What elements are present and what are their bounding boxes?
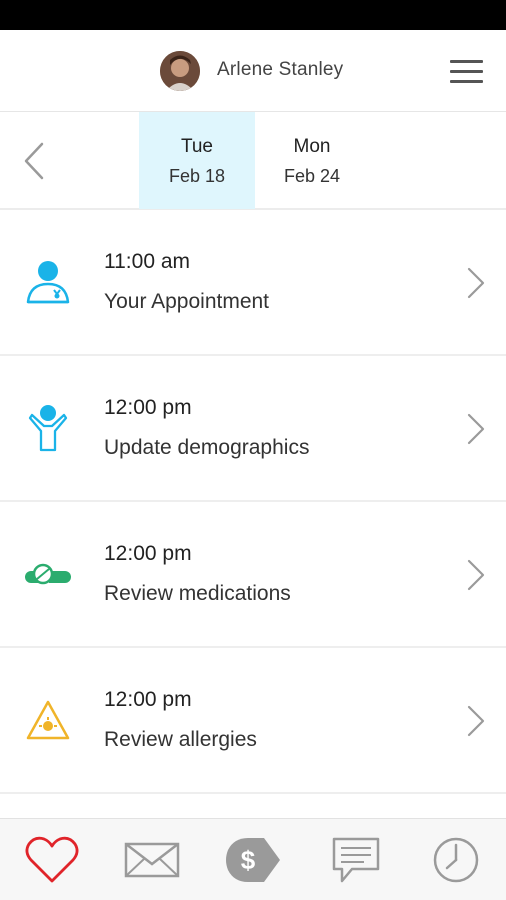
task-item-appointment[interactable]: 11:00 am Your Appointment bbox=[0, 210, 506, 356]
date-tab-weekday: Mon bbox=[293, 136, 331, 157]
date-tab-feb-24[interactable]: Mon Feb 24 bbox=[254, 112, 370, 209]
allergy-warning-icon bbox=[22, 696, 74, 746]
date-tab-date: Feb 24 bbox=[283, 166, 341, 186]
billing-tag-icon[interactable]: $ bbox=[222, 833, 282, 887]
date-tab-weekday: Tue bbox=[180, 136, 214, 157]
date-selector: Tue Feb 18 Mon Feb 24 bbox=[0, 112, 506, 210]
chevron-right-icon bbox=[462, 703, 488, 739]
mail-icon[interactable] bbox=[122, 833, 182, 887]
heart-icon[interactable] bbox=[22, 833, 82, 887]
task-item-allergies[interactable]: 12:00 pm Review allergies bbox=[0, 648, 506, 794]
task-time: 12:00 pm bbox=[104, 542, 192, 565]
clock-icon[interactable] bbox=[426, 833, 486, 887]
user-avatar[interactable] bbox=[160, 51, 200, 91]
chevron-right-icon bbox=[462, 557, 488, 593]
task-time: 12:00 pm bbox=[104, 396, 192, 419]
task-title: Review allergies bbox=[104, 728, 257, 751]
person-arms-up-icon bbox=[22, 404, 74, 454]
date-tab-date: Feb 18 bbox=[168, 166, 226, 186]
chevron-right-icon bbox=[462, 265, 488, 301]
doctor-icon bbox=[22, 258, 74, 308]
svg-text:$: $ bbox=[241, 845, 256, 875]
chevron-left-icon[interactable] bbox=[14, 136, 54, 186]
app-header: Arlene Stanley bbox=[0, 30, 506, 112]
task-title: Your Appointment bbox=[104, 290, 270, 313]
task-item-medications[interactable]: 12:00 pm Review medications bbox=[0, 502, 506, 648]
pills-icon bbox=[22, 550, 74, 600]
task-title: Review medications bbox=[104, 582, 291, 605]
hamburger-menu-icon[interactable] bbox=[444, 54, 488, 90]
date-tab-feb-18[interactable]: Tue Feb 18 bbox=[139, 112, 255, 209]
bottom-nav: $ bbox=[0, 818, 506, 900]
chevron-right-icon bbox=[462, 411, 488, 447]
user-name: Arlene Stanley bbox=[217, 59, 344, 80]
task-title: Update demographics bbox=[104, 436, 310, 459]
status-bar bbox=[0, 0, 506, 30]
task-time: 12:00 pm bbox=[104, 688, 192, 711]
task-time: 11:00 am bbox=[104, 250, 190, 273]
chat-icon[interactable] bbox=[326, 833, 386, 887]
task-item-demographics[interactable]: 12:00 pm Update demographics bbox=[0, 356, 506, 502]
